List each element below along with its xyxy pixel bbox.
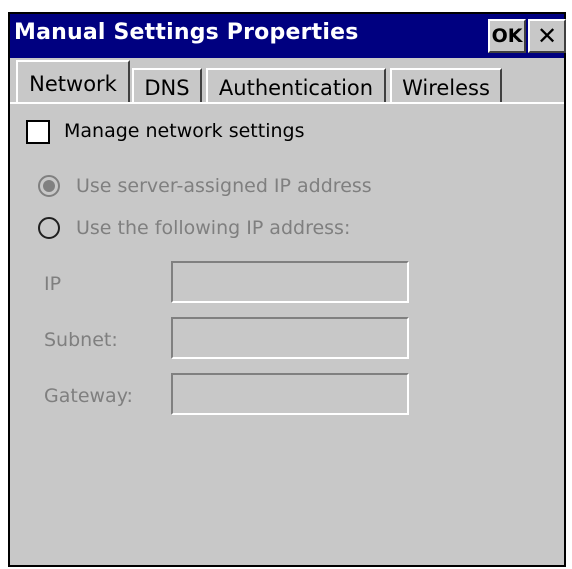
close-icon[interactable]: ✕ — [528, 19, 566, 53]
dialog-window: Manual Settings Properties OK ✕ Network … — [8, 12, 566, 567]
ip-label: IP — [44, 273, 62, 295]
tab-network[interactable]: Network — [16, 60, 130, 104]
subnet-label: Subnet: — [44, 329, 118, 351]
static-ip-label[interactable]: Use the following IP address: — [76, 217, 350, 239]
gateway-input[interactable] — [171, 373, 409, 415]
ok-button[interactable]: OK — [488, 19, 526, 53]
tab-authentication[interactable]: Authentication — [206, 68, 386, 104]
tab-strip: Network DNS Authentication Wireless — [10, 58, 564, 104]
manage-network-label[interactable]: Manage network settings — [64, 120, 304, 142]
subnet-input[interactable] — [171, 317, 409, 359]
static-ip-radio[interactable] — [38, 217, 60, 239]
tab-divider — [10, 102, 564, 104]
manage-network-checkbox[interactable] — [26, 120, 50, 144]
window-title: Manual Settings Properties — [14, 20, 359, 45]
ip-input[interactable] — [171, 261, 409, 303]
tab-dns[interactable]: DNS — [132, 68, 202, 104]
tab-wireless[interactable]: Wireless — [390, 68, 502, 104]
gateway-label: Gateway: — [44, 385, 133, 407]
server-assigned-radio[interactable] — [38, 175, 60, 197]
server-assigned-label[interactable]: Use server-assigned IP address — [76, 175, 372, 197]
title-bar: Manual Settings Properties OK ✕ — [10, 12, 566, 58]
